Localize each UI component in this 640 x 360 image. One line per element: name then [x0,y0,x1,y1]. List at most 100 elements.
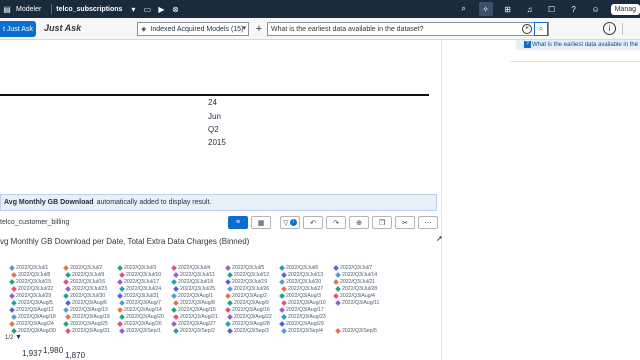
legend-item[interactable]: 2022/Q3/Jul/11 [173,272,215,278]
legend-item[interactable]: 2022/Q3/Jul/22 [11,286,53,292]
legend-item[interactable]: 2022/Q3/Aug/11 [335,300,379,306]
legend-item[interactable]: 2022/Q3/Jul/10 [119,272,161,278]
bell-icon[interactable]: ♫ [523,2,537,16]
legend-item[interactable]: 2022/Q3/Jul/14 [335,272,377,278]
legend-item[interactable]: 2022/Q3/Jul/29 [9,293,51,299]
legend-item[interactable]: 2022/Q3/Aug/15 [171,307,216,313]
close-circle-icon[interactable]: ⊗ [168,2,182,16]
legend-item[interactable]: 2022/Q3/Jul/21 [333,279,375,285]
legend-item[interactable]: 2022/Q3/Aug/16 [225,307,270,313]
legend-item[interactable]: 2022/Q3/Aug/9 [227,300,269,306]
explore-button[interactable]: ⊕ [349,216,369,229]
legend-item[interactable]: 2022/Q3/Jul/2 [63,265,102,271]
model-select[interactable]: ◈ Indexed Acquired Models (15) ▾ [137,22,249,36]
copy-button[interactable]: ❐ [372,216,392,229]
legend-item[interactable]: 2022/Q3/Aug/24 [9,321,54,327]
legend-item[interactable]: 2022/Q3/Jul/30 [63,293,105,299]
legend-item[interactable]: 2022/Q3/Jul/27 [281,286,323,292]
legend-item[interactable]: 2022/Q3/Aug/10 [281,300,326,306]
legend-item[interactable]: 2022/Q3/Jul/17 [117,279,159,285]
legend-item[interactable]: 2022/Q3/Aug/28 [225,321,270,327]
legend-item[interactable]: 2022/Q3/Aug/26 [117,321,162,327]
legend-item[interactable]: 2022/Q3/Aug/2 [225,293,267,299]
legend-item[interactable]: 2022/Q3/Jul/19 [225,279,267,285]
redo-button[interactable]: ↷ [326,216,346,229]
legend-item[interactable]: 2022/Q3/Sep/2 [173,328,215,334]
legend-item[interactable]: 2022/Q3/Jul/15 [9,279,51,285]
chart-view-button[interactable]: ≡ [228,216,248,229]
legend-item[interactable]: 2022/Q3/Jul/18 [171,279,213,285]
legend-item[interactable]: 2022/Q3/Jul/20 [279,279,321,285]
legend-item[interactable]: 2022/Q3/Jul/5 [225,265,264,271]
legend-item[interactable]: 2022/Q3/Aug/29 [279,321,324,327]
manage-button[interactable]: Manag [610,3,640,15]
play-icon[interactable]: ▶ [154,2,168,16]
clear-icon[interactable]: × [522,24,532,34]
legend-item[interactable]: 2022/Q3/Aug/3 [279,293,321,299]
legend-item[interactable]: 2022/Q3/Sep/4 [281,328,323,334]
legend-item[interactable]: 2022/Q3/Jul/13 [281,272,323,278]
legend-item[interactable]: 2022/Q3/Jul/23 [65,286,107,292]
legend-item[interactable]: 2022/Q3/Aug/25 [63,321,108,327]
legend-item[interactable]: 2022/Q3/Aug/8 [173,300,215,306]
legend-item[interactable]: 2022/Q3/Aug/17 [279,307,324,313]
legend-item[interactable]: 2022/Q3/Jul/8 [11,272,50,278]
legend-item[interactable]: 2022/Q3/Aug/23 [281,314,326,320]
legend-item[interactable]: 2022/Q3/Jul/1 [9,265,48,271]
legend-item[interactable]: 2022/Q3/Aug/4 [333,293,375,299]
user-icon[interactable]: ☺ [589,2,603,16]
undo-button[interactable]: ↶ [303,216,323,229]
filter-button[interactable]: ▽ i [280,216,300,229]
legend-item[interactable]: 2022/Q3/Jul/26 [227,286,269,292]
legend-item[interactable]: 2022/Q3/Jul/16 [63,279,105,285]
legend-item[interactable]: 2022/Q3/Jul/9 [65,272,104,278]
legend-item[interactable]: 2022/Q3/Jul/24 [119,286,161,292]
legend-item[interactable]: 2022/Q3/Aug/5 [11,300,53,306]
story-name[interactable]: telco_subscriptions [56,6,122,13]
legend-item[interactable]: 2022/Q3/Aug/7 [119,300,161,306]
legend-item[interactable]: 2022/Q3/Jul/3 [117,265,156,271]
chevron-down-icon[interactable]: ▾ [242,24,246,32]
menu-icon[interactable]: ▤ [0,2,14,16]
search-button[interactable]: ⌕ [534,22,548,36]
chevron-down-icon[interactable]: ▾ [126,2,140,16]
help-icon[interactable]: ? [567,2,581,16]
lightbulb-icon[interactable]: ✧ [478,2,493,16]
legend-item[interactable]: 2022/Q3/Aug/21 [173,314,218,320]
info-icon[interactable]: i [603,22,616,35]
legend-item[interactable]: 2022/Q3/Jul/25 [173,286,215,292]
legend-pager[interactable]: 1/2 ▼ [5,334,22,341]
legend-item[interactable]: 2022/Q3/Jul/28 [335,286,377,292]
add-button[interactable]: + [253,22,265,36]
legend-item[interactable]: 2022/Q3/Jul/31 [117,293,159,299]
legend-item[interactable]: 2022/Q3/Aug/13 [63,307,108,313]
legend-item[interactable]: 2022/Q3/Sep/3 [227,328,269,334]
legend-item[interactable]: 2022/Q3/Aug/14 [117,307,162,313]
legend-item[interactable]: 2022/Q3/Aug/12 [9,307,54,313]
legend-item[interactable]: 2022/Q3/Sep/5 [335,328,377,334]
monitor-icon[interactable]: ▭ [140,2,154,16]
chat-icon[interactable]: ☐ [545,2,559,16]
legend-item[interactable]: 2022/Q3/Aug/27 [171,321,216,327]
legend-item[interactable]: 2022/Q3/Aug/18 [11,314,56,320]
apps-icon[interactable]: ⊞ [501,2,515,16]
legend-item[interactable]: 2022/Q3/Jul/6 [279,265,318,271]
history-item[interactable]: ? What is the earliest data available in… [516,40,640,50]
legend-item[interactable]: 2022/Q3/Jul/4 [171,265,210,271]
legend-item[interactable]: 2022/Q3/Aug/31 [65,328,110,334]
more-button[interactable]: ⋯ [418,216,438,229]
legend-item[interactable]: 2022/Q3/Sep/1 [119,328,161,334]
legend-item[interactable]: 2022/Q3/Jul/12 [227,272,269,278]
legend-item[interactable]: 2022/Q3/Aug/22 [227,314,272,320]
table-view-button[interactable]: ▦ [251,216,271,229]
legend-item[interactable]: 2022/Q3/Jul/7 [333,265,372,271]
question-input[interactable]: What is the earliest data available in t… [267,22,549,36]
triangle-down-icon[interactable]: ▼ [15,334,22,341]
search-icon[interactable]: ⌕ [457,2,471,16]
just-ask-button[interactable]: t Just Ask [0,21,36,37]
legend-item[interactable]: 2022/Q3/Aug/6 [65,300,107,306]
tools-button[interactable]: ✂ [395,216,415,229]
legend-item[interactable]: 2022/Q3/Aug/1 [171,293,213,299]
legend-item[interactable]: 2022/Q3/Aug/20 [119,314,164,320]
legend-item[interactable]: 2022/Q3/Aug/19 [65,314,110,320]
